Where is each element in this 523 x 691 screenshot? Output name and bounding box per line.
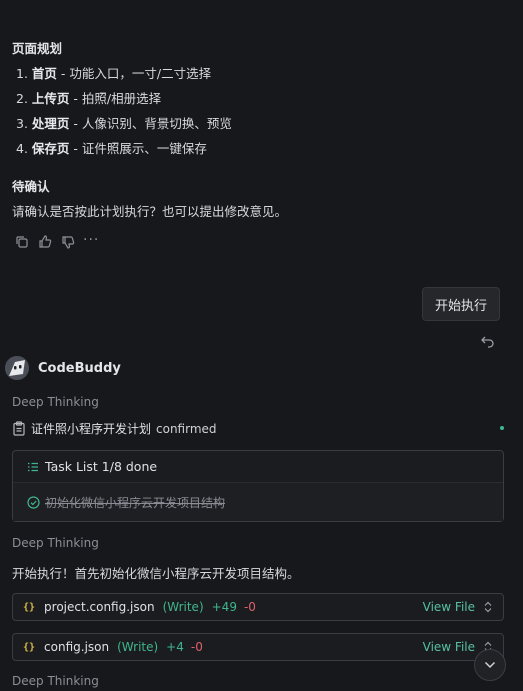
plan-item-desc: - 功能入口，一寸/二寸选择 <box>56 66 212 81</box>
scroll-down-button[interactable] <box>474 649 506 681</box>
plan-confirmed-row[interactable]: 证件照小程序开发计划 confirmed <box>12 420 217 437</box>
assistant-name: CodeBuddy <box>38 361 121 376</box>
file-name: project.config.json <box>44 600 155 614</box>
json-file-icon: {} <box>23 641 36 653</box>
plan-item-2: 2. 上传页 - 拍照/相册选择 <box>16 88 161 107</box>
plan-item-4: 4. 保存页 - 证件照展示、一键保存 <box>16 138 207 157</box>
file-mode: (Write) <box>117 640 159 654</box>
json-file-icon: {} <box>23 601 36 613</box>
plan-title: 证件照小程序开发计划 <box>31 422 152 436</box>
user-message-bubble: 开始执行 <box>422 287 500 321</box>
avatar <box>5 356 29 380</box>
copy-icon[interactable] <box>14 234 30 250</box>
lines-added: +4 <box>166 640 184 654</box>
plan-item-desc: - 人像识别、背景切换、预览 <box>69 116 232 131</box>
file-name: config.json <box>44 640 110 654</box>
check-circle-icon <box>27 495 40 509</box>
confirm-text: 请确认是否按此计划执行？也可以提出修改意见。 <box>12 204 288 219</box>
plan-item-number: 1. <box>16 66 28 81</box>
task-item-done: 初始化微信小程序云开发项目结构 <box>13 483 503 521</box>
task-list-label: Task List 1/8 done <box>45 459 158 474</box>
task-list-card: Task List 1/8 done 初始化微信小程序云开发项目结构 <box>12 450 504 522</box>
lines-removed: -0 <box>190 640 203 654</box>
thumbs-up-icon[interactable] <box>37 234 53 250</box>
plan-item-number: 3. <box>16 116 28 131</box>
plan-item-1: 1. 首页 - 功能入口，一寸/二寸选择 <box>16 63 211 82</box>
deep-thinking-label[interactable]: Deep Thinking <box>12 395 99 409</box>
task-list-header[interactable]: Task List 1/8 done <box>13 451 503 483</box>
plan-item-title: 处理页 <box>31 116 70 131</box>
lines-removed: -0 <box>243 600 256 614</box>
task-item-label: 初始化微信小程序云开发项目结构 <box>45 495 226 510</box>
deep-thinking-label-3[interactable]: Deep Thinking <box>12 674 99 688</box>
confirm-heading: 待确认 <box>12 179 50 194</box>
plan-item-desc: - 证件照展示、一键保存 <box>69 141 207 156</box>
view-file-link[interactable]: View File <box>423 600 475 614</box>
more-icon[interactable]: ··· <box>83 232 99 248</box>
plan-item-3: 3. 处理页 - 人像识别、背景切换、预览 <box>16 113 232 132</box>
deep-thinking-label-2[interactable]: Deep Thinking <box>12 536 99 550</box>
undo-icon[interactable] <box>480 333 496 349</box>
thumbs-down-icon[interactable] <box>60 234 76 250</box>
plan-item-number: 4. <box>16 141 28 156</box>
plan-item-desc: - 拍照/相册选择 <box>69 91 162 106</box>
plan-heading: 页面规划 <box>12 41 63 56</box>
file-row[interactable]: {} project.config.json (Write) +49 -0 Vi… <box>12 593 504 621</box>
lines-added: +49 <box>211 600 237 614</box>
view-file-link[interactable]: View File <box>423 640 475 654</box>
chevron-up-down-icon[interactable] <box>483 601 493 613</box>
file-mode: (Write) <box>162 600 204 614</box>
plan-item-number: 2. <box>16 91 28 106</box>
plan-status: confirmed <box>156 421 217 436</box>
list-icon <box>27 461 39 473</box>
file-row[interactable]: {} config.json (Write) +4 -0 View File <box>12 633 504 661</box>
message-actions: ··· <box>14 232 99 250</box>
clipboard-icon <box>12 421 26 436</box>
chevron-down-icon <box>484 661 496 669</box>
plan-item-title: 首页 <box>31 66 57 81</box>
status-dot <box>500 426 504 430</box>
plan-item-title: 上传页 <box>31 91 70 106</box>
assistant-message: 开始执行！首先初始化微信小程序云开发项目结构。 <box>12 566 300 581</box>
plan-item-title: 保存页 <box>31 141 70 156</box>
